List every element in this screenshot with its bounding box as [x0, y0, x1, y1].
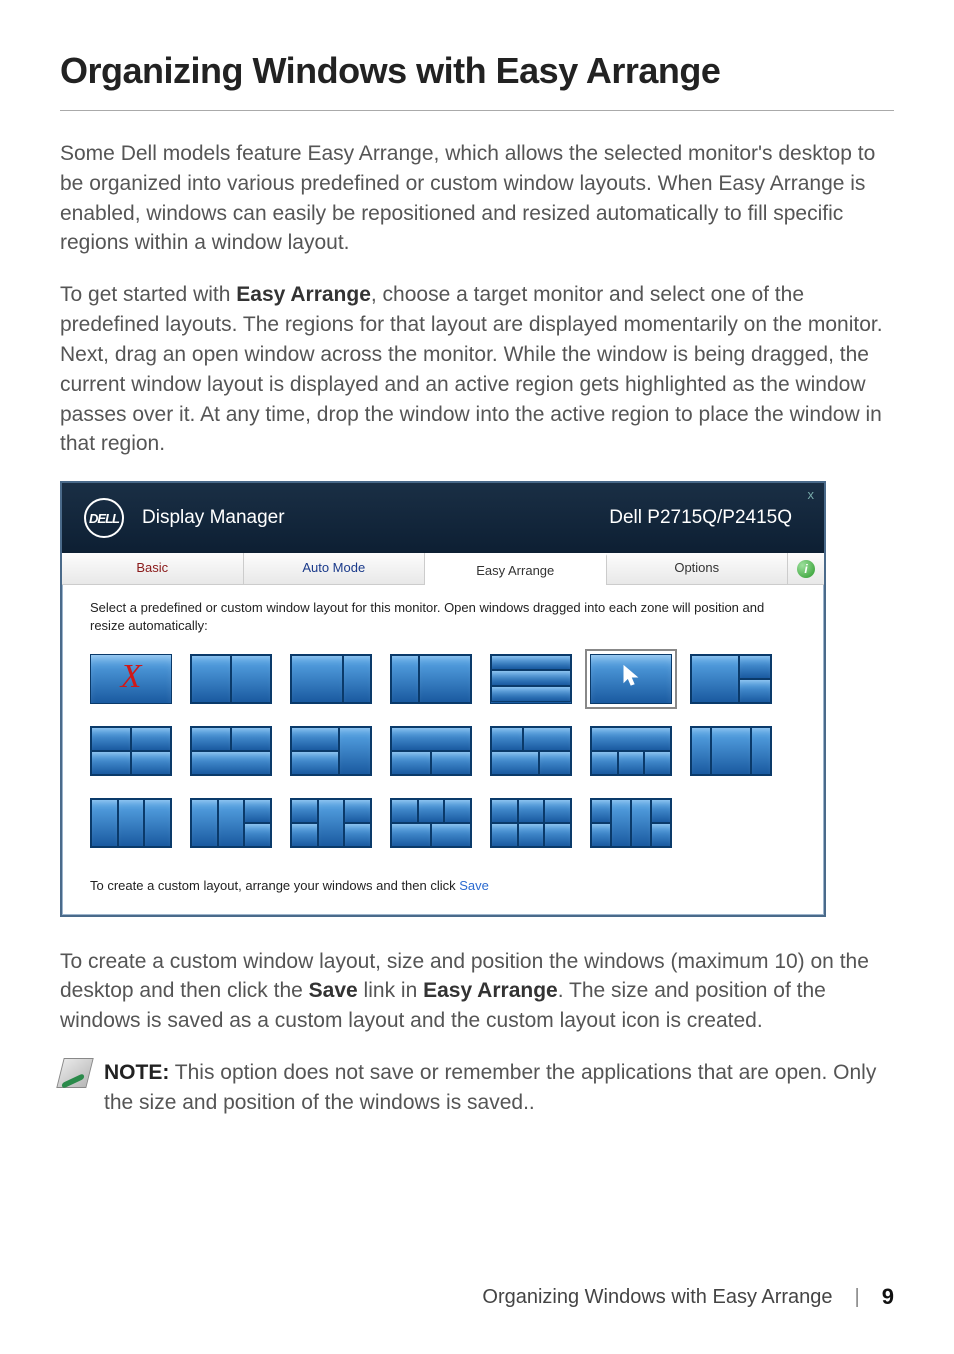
display-manager-window: x DELL Display Manager Dell P2715Q/P2415… [60, 481, 826, 916]
page-footer: Organizing Windows with Easy Arrange | 9 [482, 1284, 894, 1310]
easy-arrange-panel: Select a predefined or custom window lay… [62, 585, 824, 914]
text: To get started with [60, 283, 236, 306]
layout-3row[interactable] [490, 654, 572, 704]
tab-bar: Basic Auto Mode Easy Arrange Options i [62, 553, 824, 585]
layout-left-big-right-stack[interactable] [690, 654, 772, 704]
layout-custom-selected[interactable] [590, 654, 672, 704]
layout-6grid-var[interactable] [390, 798, 472, 848]
easy-arrange-bold: Easy Arrange [423, 979, 558, 1002]
layout-3col-top-1-bottom[interactable] [590, 726, 672, 776]
window-titlebar: x DELL Display Manager Dell P2715Q/P2415… [62, 483, 824, 553]
title-rule [60, 110, 894, 111]
close-icon[interactable]: x [808, 487, 815, 502]
layout-2col-wide-right[interactable] [390, 654, 472, 704]
monitor-model: Dell P2715Q/P2415Q [609, 507, 792, 529]
layout-3col-split-sides[interactable] [290, 798, 372, 848]
info-icon: i [797, 560, 815, 578]
easy-arrange-bold: Easy Arrange [236, 283, 371, 306]
info-button[interactable]: i [788, 553, 824, 584]
layout-2col-wide-left[interactable] [290, 654, 372, 704]
layout-top-2-bottom-1[interactable] [190, 726, 272, 776]
save-link[interactable]: Save [459, 878, 489, 893]
text: This option does not save or remember th… [104, 1061, 876, 1114]
x-icon: X [121, 658, 142, 696]
tab-options[interactable]: Options [607, 553, 789, 584]
app-title: Display Manager [142, 507, 609, 529]
tab-easy-arrange[interactable]: Easy Arrange [425, 554, 607, 585]
text: To create a custom layout, arrange your … [90, 878, 459, 893]
layout-2col[interactable] [190, 654, 272, 704]
layout-none[interactable]: X [90, 654, 172, 704]
tab-basic[interactable]: Basic [62, 553, 244, 584]
layout-center-big[interactable] [690, 726, 772, 776]
layout-l-shape-1[interactable] [290, 726, 372, 776]
custom-layout-paragraph: To create a custom window layout, size a… [60, 947, 894, 1036]
page-number: 9 [882, 1284, 894, 1310]
layout-l-shape-2[interactable] [390, 726, 472, 776]
layout-3col-split-right[interactable] [190, 798, 272, 848]
note-text: NOTE: This option does not save or remem… [104, 1058, 894, 1118]
save-bold: Save [309, 979, 358, 1002]
layout-4col-split[interactable] [590, 798, 672, 848]
layout-quad[interactable] [90, 726, 172, 776]
text: , choose a target monitor and select one… [60, 283, 883, 455]
layout-5zone[interactable] [490, 726, 572, 776]
layout-3col[interactable] [90, 798, 172, 848]
text: link in [358, 979, 423, 1002]
layout-6grid[interactable] [490, 798, 572, 848]
panel-description: Select a predefined or custom window lay… [90, 599, 796, 635]
custom-layout-hint: To create a custom layout, arrange your … [90, 878, 796, 893]
layout-grid: X [90, 654, 796, 848]
footer-separator: | [855, 1286, 860, 1309]
intro-paragraph: Some Dell models feature Easy Arrange, w… [60, 139, 894, 258]
note-label: NOTE: [104, 1061, 169, 1084]
dell-logo-icon: DELL [84, 498, 124, 538]
tab-auto-mode[interactable]: Auto Mode [244, 553, 426, 584]
getting-started-paragraph: To get started with Easy Arrange, choose… [60, 280, 894, 459]
cursor-icon [621, 664, 641, 694]
page-title: Organizing Windows with Easy Arrange [60, 50, 894, 92]
footer-title: Organizing Windows with Easy Arrange [482, 1286, 832, 1309]
note-icon [56, 1058, 93, 1088]
note-block: NOTE: This option does not save or remem… [60, 1058, 894, 1118]
